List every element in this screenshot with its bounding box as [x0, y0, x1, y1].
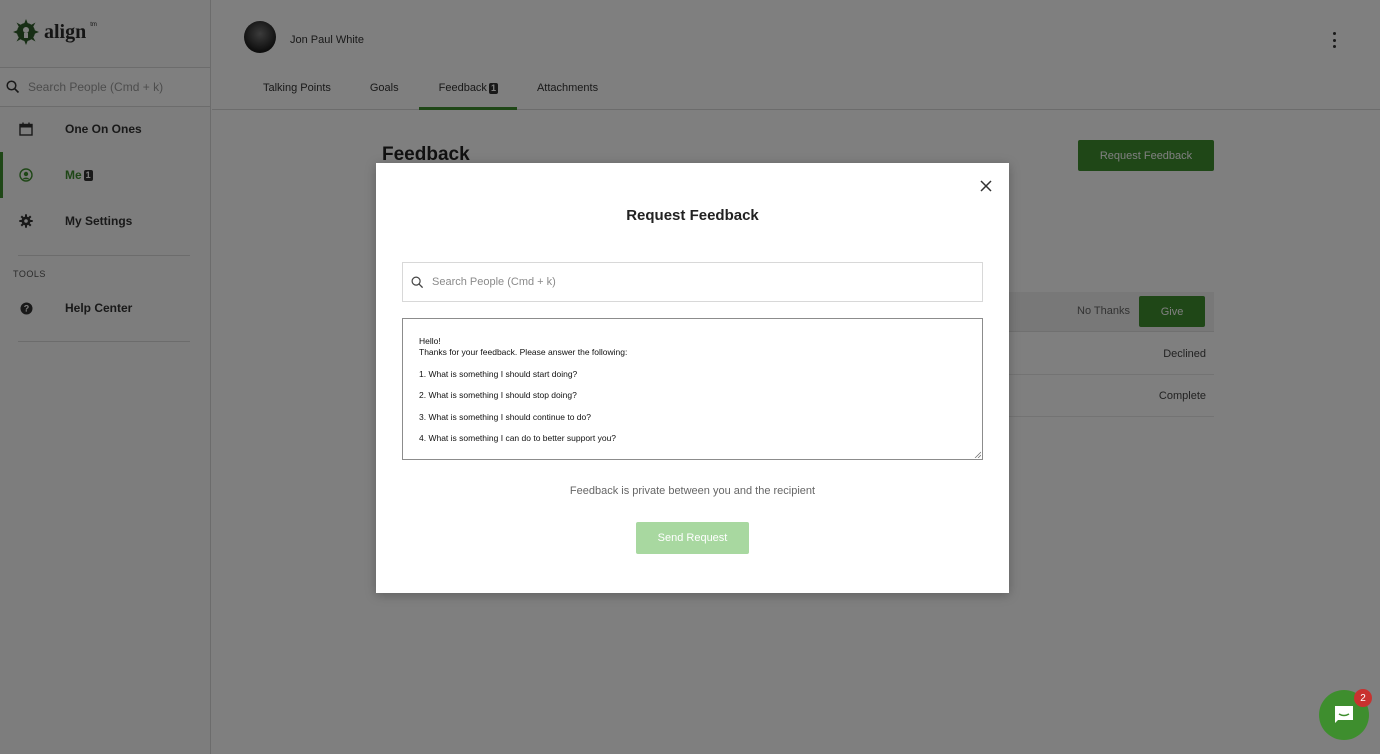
people-search-input[interactable]: Search People (Cmd + k): [402, 262, 983, 302]
request-feedback-modal: Request Feedback Search People (Cmd + k)…: [376, 163, 1009, 593]
chat-bubble-icon: [1335, 706, 1353, 723]
feedback-message-textarea[interactable]: Hello! Thanks for your feedback. Please …: [402, 318, 983, 460]
search-placeholder: Search People (Cmd + k): [432, 276, 556, 288]
message-line: 4. What is something I can do to better …: [419, 433, 617, 443]
message-line: 3. What is something I should continue t…: [419, 411, 591, 422]
privacy-note: Feedback is private between you and the …: [569, 485, 816, 497]
close-icon[interactable]: [979, 179, 993, 193]
search-icon: [411, 276, 424, 288]
message-line: Hello!: [419, 336, 441, 346]
message-line: 1. What is something I should start doin…: [419, 368, 578, 379]
modal-title: Request Feedback: [626, 207, 759, 224]
message-line: Thanks for your feedback. Please answer …: [419, 347, 628, 357]
message-line: 2. What is something I should stop doing…: [419, 390, 577, 400]
resize-handle-icon[interactable]: [974, 451, 981, 458]
chat-notification-badge: 2: [1354, 689, 1372, 707]
send-request-button[interactable]: Send Request: [636, 522, 749, 554]
